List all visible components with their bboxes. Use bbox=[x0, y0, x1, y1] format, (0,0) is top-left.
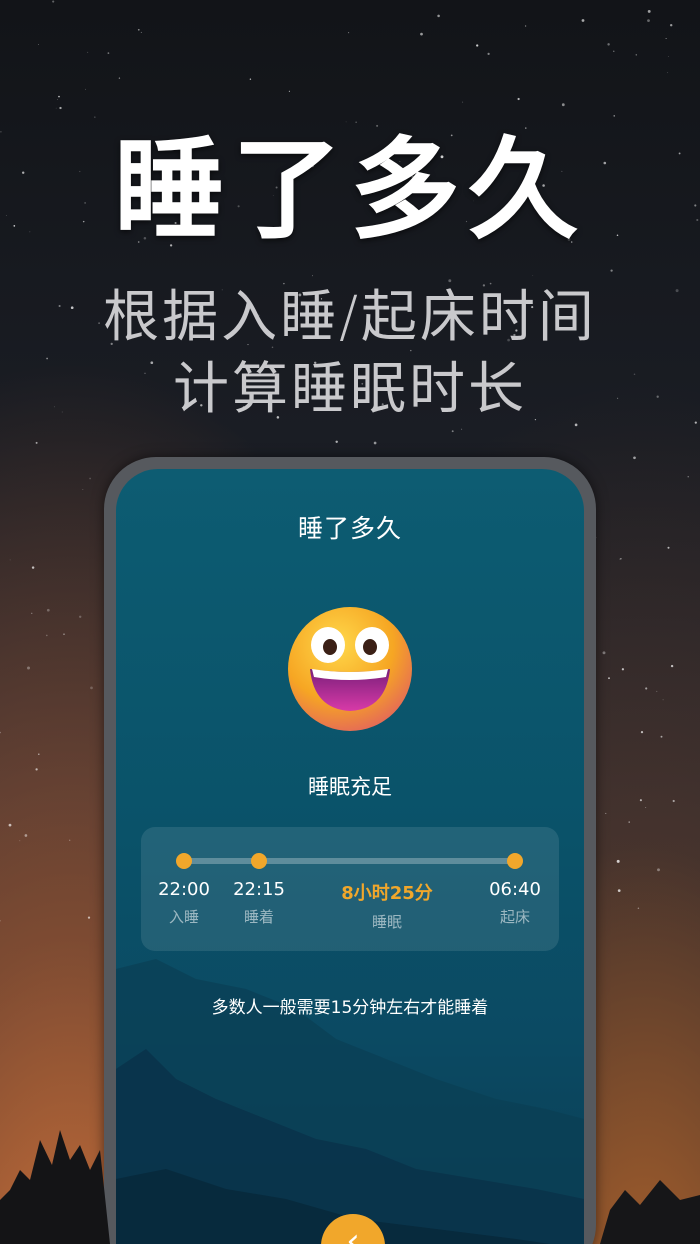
star bbox=[667, 56, 669, 57]
star bbox=[46, 608, 50, 612]
timeline-dot-wake bbox=[507, 853, 523, 869]
star bbox=[617, 889, 621, 892]
star bbox=[249, 78, 252, 80]
star bbox=[667, 72, 669, 74]
star bbox=[476, 44, 479, 47]
app-store-screenshot: 睡了多久 根据入睡/起床时间 计算睡眠时长 睡了多久 睡眠充足 22:00 入睡… bbox=[0, 0, 700, 1244]
star bbox=[19, 840, 21, 842]
star bbox=[35, 441, 38, 444]
star bbox=[348, 32, 350, 34]
star bbox=[79, 615, 82, 618]
star bbox=[647, 19, 650, 22]
star bbox=[9, 559, 11, 561]
star bbox=[118, 77, 121, 79]
star bbox=[524, 25, 527, 27]
star bbox=[607, 43, 610, 46]
subheadline-line1: 根据入睡/起床时间 bbox=[103, 285, 597, 350]
star bbox=[487, 52, 490, 56]
star bbox=[8, 823, 12, 827]
star bbox=[645, 806, 647, 808]
star bbox=[605, 812, 607, 814]
star bbox=[87, 51, 89, 53]
star bbox=[0, 920, 1, 922]
star bbox=[90, 686, 93, 690]
star bbox=[670, 664, 674, 668]
star bbox=[0, 731, 1, 734]
star bbox=[613, 50, 615, 52]
star bbox=[647, 9, 651, 13]
star bbox=[107, 52, 110, 54]
star bbox=[140, 31, 142, 33]
star bbox=[581, 19, 585, 22]
star bbox=[335, 440, 338, 444]
time-label: 睡着 bbox=[243, 908, 274, 926]
star bbox=[640, 731, 644, 734]
star bbox=[58, 95, 60, 98]
star bbox=[616, 859, 620, 863]
star bbox=[420, 32, 423, 36]
star bbox=[31, 612, 33, 614]
timeline-track bbox=[185, 858, 515, 864]
time-value: 22:15 bbox=[233, 879, 285, 900]
star bbox=[635, 54, 638, 56]
star bbox=[137, 28, 140, 31]
star bbox=[608, 677, 610, 680]
star bbox=[628, 821, 630, 823]
star bbox=[667, 546, 670, 549]
star bbox=[82, 489, 84, 490]
star bbox=[602, 651, 606, 655]
star bbox=[662, 699, 664, 701]
sleep-hint: 多数人一般需要15分钟左右才能睡着 bbox=[211, 998, 489, 1018]
star bbox=[672, 799, 675, 803]
tree-silhouette bbox=[0, 1130, 700, 1244]
star bbox=[619, 558, 621, 560]
sleep-status: 睡眠充足 bbox=[308, 775, 392, 799]
star bbox=[27, 666, 30, 670]
screen-title: 睡了多久 bbox=[297, 514, 402, 543]
star bbox=[596, 537, 597, 539]
star bbox=[665, 38, 667, 40]
headline: 睡了多久 bbox=[114, 126, 586, 254]
timeline-dot-sleep bbox=[176, 853, 192, 869]
star bbox=[89, 477, 92, 480]
star bbox=[35, 768, 38, 771]
timeline-point-duration: 8小时25分 睡眠 bbox=[337, 879, 437, 932]
star bbox=[437, 14, 440, 18]
star bbox=[657, 868, 660, 872]
duration-value: 8小时25分 bbox=[341, 883, 433, 904]
star bbox=[31, 566, 35, 569]
subheadline-line2: 计算睡眠时长 bbox=[173, 357, 527, 422]
star bbox=[451, 430, 454, 433]
star bbox=[38, 43, 39, 45]
timeline-dot-asleep bbox=[251, 853, 267, 869]
star bbox=[45, 634, 48, 637]
star bbox=[24, 834, 28, 837]
star bbox=[85, 88, 86, 90]
star bbox=[645, 687, 648, 690]
star bbox=[656, 690, 658, 692]
star bbox=[288, 90, 290, 92]
star bbox=[87, 916, 91, 919]
star bbox=[63, 633, 65, 635]
star bbox=[38, 753, 40, 755]
time-value: 06:40 bbox=[489, 879, 541, 900]
star bbox=[461, 428, 463, 430]
star bbox=[687, 476, 689, 478]
star bbox=[669, 23, 673, 27]
star bbox=[660, 735, 663, 738]
timeline-point-asleep: 22:15 睡着 bbox=[209, 879, 309, 927]
star bbox=[621, 668, 625, 671]
star bbox=[52, 0, 55, 3]
timeline-point-wake: 06:40 起床 bbox=[465, 879, 565, 927]
time-label: 起床 bbox=[499, 908, 530, 926]
star bbox=[69, 839, 71, 841]
star bbox=[637, 907, 640, 910]
duration-label: 睡眠 bbox=[371, 913, 402, 931]
star bbox=[639, 799, 642, 802]
star bbox=[633, 456, 636, 460]
grinning-face-emoji-icon bbox=[288, 607, 412, 731]
star bbox=[373, 441, 377, 445]
sleep-timeline-card: 22:00 入睡 22:15 睡着 8小时25分 睡眠 06:40 起床 bbox=[141, 827, 559, 951]
